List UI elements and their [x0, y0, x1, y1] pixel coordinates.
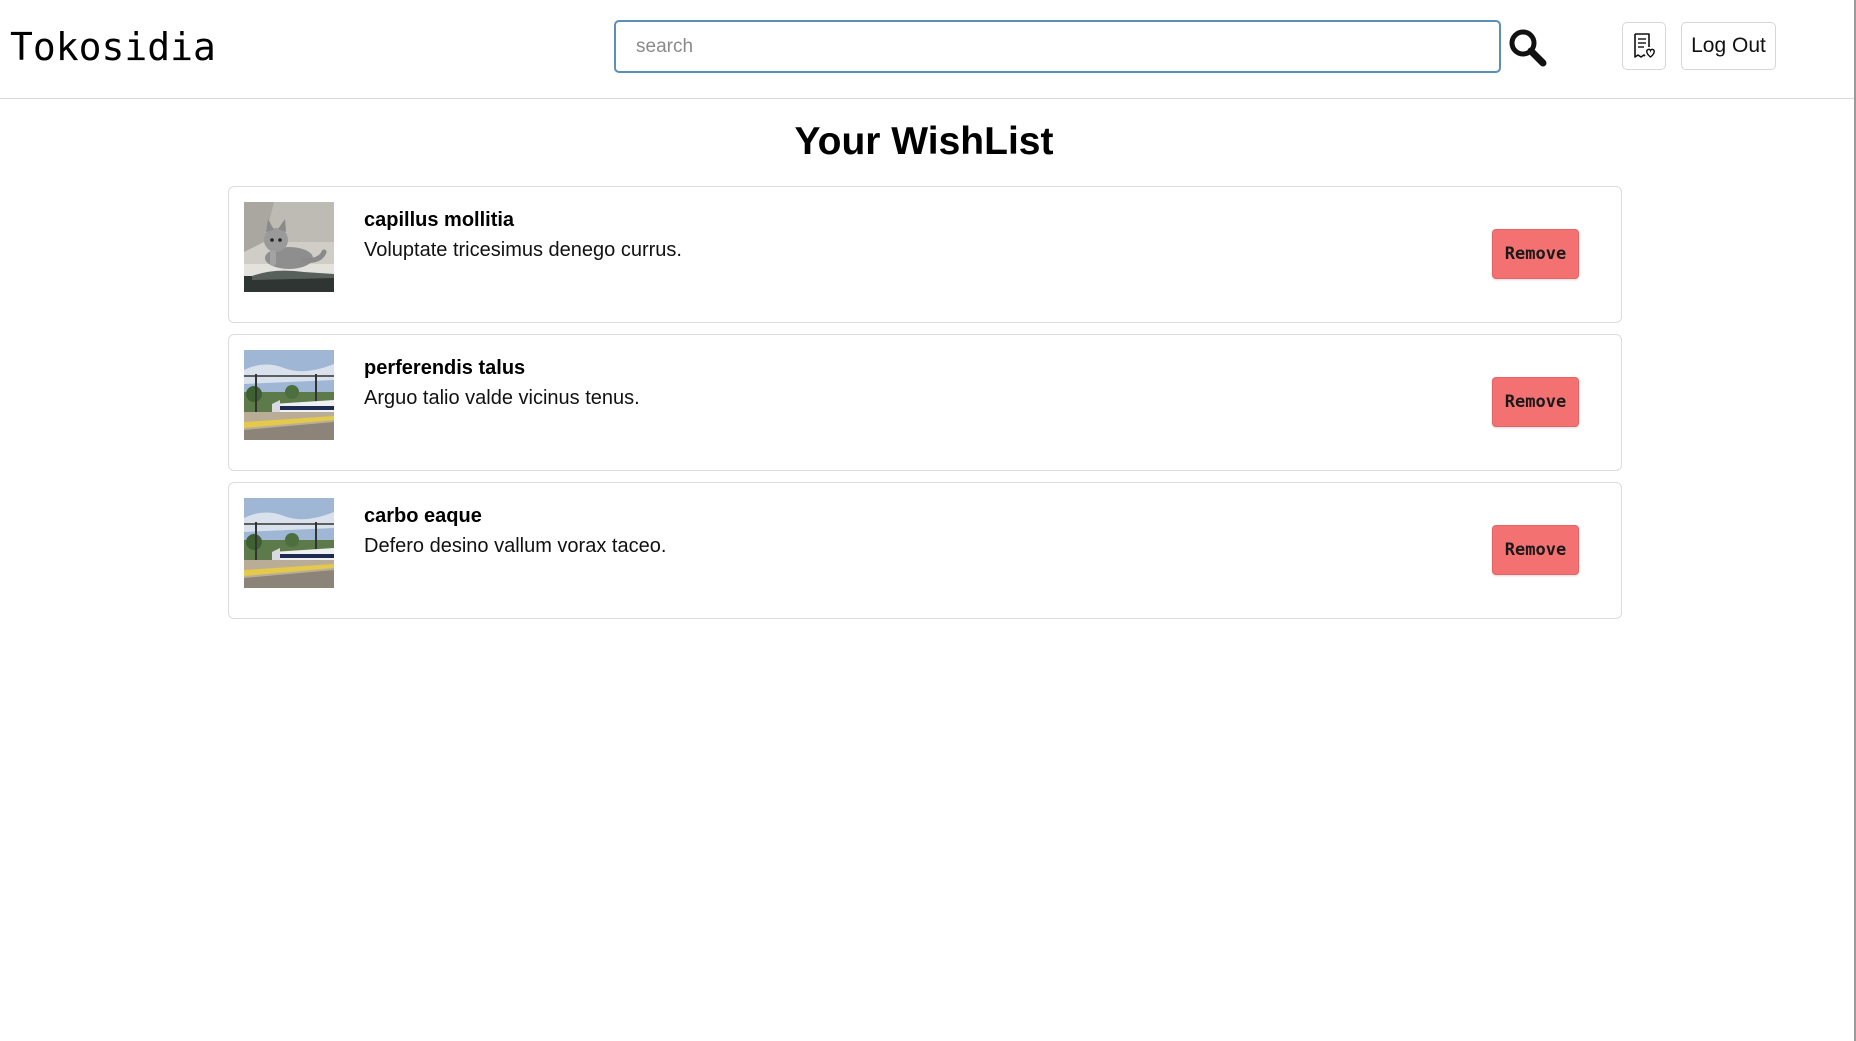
- product-description: Voluptate tricesimus denego currus.: [364, 239, 682, 261]
- product-name[interactable]: carbo eaque: [364, 503, 482, 529]
- product-thumbnail-train[interactable]: [244, 498, 334, 588]
- wishlist-item: carbo eaque Defero desino vallum vorax t…: [228, 482, 1622, 619]
- remove-button[interactable]: Remove: [1492, 377, 1579, 427]
- product-description: Arguo talio valde vicinus tenus.: [364, 387, 640, 409]
- top-navbar: Tokosidia Log Out: [0, 0, 1854, 99]
- page-title: Your WishList: [794, 120, 1054, 163]
- wishlist-receipt-icon: [1634, 33, 1655, 58]
- product-thumbnail-cat[interactable]: [244, 202, 334, 292]
- logout-button[interactable]: Log Out: [1681, 22, 1776, 70]
- product-description: Defero desino vallum vorax taceo.: [364, 535, 667, 557]
- wishlist-item: capillus mollitia Voluptate tricesimus d…: [228, 186, 1622, 323]
- magnifier-icon: [1509, 29, 1547, 67]
- product-name[interactable]: capillus mollitia: [364, 207, 514, 233]
- product-thumbnail-train[interactable]: [244, 350, 334, 440]
- search-input[interactable]: [614, 20, 1501, 73]
- wishlist-button[interactable]: [1622, 22, 1666, 70]
- remove-button[interactable]: Remove: [1492, 525, 1579, 575]
- remove-button[interactable]: Remove: [1492, 229, 1579, 279]
- brand-logo[interactable]: Tokosidia: [10, 24, 216, 70]
- search-button[interactable]: [1506, 26, 1550, 70]
- wishlist-list: capillus mollitia Voluptate tricesimus d…: [228, 186, 1622, 630]
- product-name[interactable]: perferendis talus: [364, 355, 525, 381]
- wishlist-item: perferendis talus Arguo talio valde vici…: [228, 334, 1622, 471]
